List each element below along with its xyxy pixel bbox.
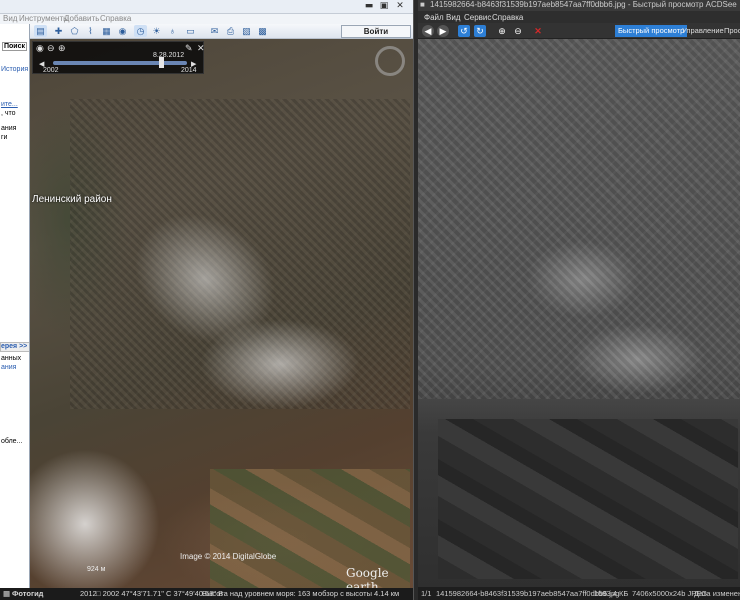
earth-map-view[interactable]: ◉ ⊖ ⊕ 8.28.2012 ✎ ✕ ◀ ▶ 2002 2014 Ленинс… — [30, 39, 413, 600]
signin-button[interactable]: Войти — [341, 25, 411, 38]
zoom-out-icon[interactable]: ⊖ — [512, 25, 524, 37]
smoke-cloud — [200, 319, 360, 409]
back-icon[interactable]: ◀ — [422, 25, 434, 37]
elevation-readout: Высота над уровнем моря: 163 м — [202, 589, 318, 598]
timeslider-thumb[interactable] — [159, 57, 164, 68]
menu-file[interactable]: Файл — [424, 13, 444, 22]
minimize-button[interactable]: ▬ — [363, 1, 375, 12]
timeslider-date: 8.28.2012 — [153, 52, 185, 59]
sidebar-snippet: , что — [1, 110, 16, 117]
gallery-link[interactable]: ерея >> — [1, 343, 27, 350]
acdsee-toolbar: ◀ ▶ ↺ ↻ ⊕ ⊖ ✕ Быстрый просмотр Управлени… — [418, 23, 740, 39]
acdsee-window: ■ 1415982664-b8463f31539b197aeb8547aa7ff… — [418, 0, 740, 600]
email-icon[interactable]: ✉ — [208, 25, 221, 37]
historical-imagery-icon[interactable]: ◷ — [134, 25, 147, 37]
image-texture — [418, 39, 740, 399]
menu-view[interactable]: Вид — [3, 14, 17, 23]
path-icon[interactable]: ⌇ — [84, 25, 97, 37]
google-earth-toolbar: ▤ ✚ ⬠ ⌇ ▦ ◉ ◷ ☀ ♁ ▭ ✉ ⎙ ▧ ▩ Войти — [30, 24, 413, 39]
placemark-icon[interactable]: ✚ — [52, 25, 65, 37]
tab-view[interactable]: Просм — [721, 25, 740, 37]
forward-icon[interactable]: ▶ — [437, 25, 449, 37]
imagery-date: 2012 — [80, 589, 97, 598]
historical-timeslider: ◉ ⊖ ⊕ 8.28.2012 ✎ ✕ ◀ ▶ 2002 2014 — [32, 41, 205, 74]
zoom-in-icon[interactable]: ⊕ — [496, 25, 508, 37]
save-image-icon[interactable]: ▧ — [240, 25, 253, 37]
navigation-control[interactable] — [372, 41, 408, 79]
acdsee-titlebar: ■ 1415982664-b8463f31539b197aeb8547aa7ff… — [418, 0, 740, 11]
layer-label: анных — [1, 355, 22, 362]
globe-icon[interactable]: ◉ — [36, 43, 44, 54]
sidebar-snippet: ания — [1, 125, 17, 132]
google-earth-window: ▬ ▣ ✕ Вид Инструменты Добавить Справка ▤… — [0, 0, 413, 600]
place-label: Ленинский район — [32, 194, 112, 205]
zoom-in-icon[interactable]: ⊕ — [58, 43, 66, 54]
history-link[interactable]: История — [1, 66, 28, 73]
image-view[interactable] — [418, 39, 740, 587]
google-earth-titlebar: ▬ ▣ ✕ — [0, 0, 413, 14]
tab-quick-view[interactable]: Быстрый просмотр — [615, 25, 688, 37]
imagery-copyright: Image © 2014 DigitalGlobe — [180, 552, 277, 561]
app-icon: ■ — [420, 0, 425, 9]
zoom-out-icon[interactable]: ⊖ — [47, 43, 55, 54]
tour-guide-label[interactable]: Фотогид — [12, 589, 43, 598]
image-index: 1/1 — [421, 589, 432, 598]
menu-service[interactable]: Сервис — [464, 13, 491, 22]
sidebar-snippet: ги — [1, 134, 8, 141]
menu-add[interactable]: Добавить — [64, 14, 99, 23]
rotate-right-icon[interactable]: ↻ — [474, 25, 486, 37]
menu-help[interactable]: Справка — [492, 13, 523, 22]
google-earth-menubar: Вид Инструменты Добавить Справка — [0, 14, 413, 24]
sidebar-snippet[interactable]: ите... — [1, 101, 18, 108]
sun-icon[interactable]: ☀ — [150, 25, 163, 37]
menu-view[interactable]: Вид — [446, 13, 460, 22]
timeslider-track[interactable] — [53, 61, 187, 65]
delete-icon[interactable]: ✕ — [532, 25, 544, 37]
polygon-icon[interactable]: ⬠ — [68, 25, 81, 37]
image-filesize: 1593.4 КБ — [594, 589, 629, 598]
print-icon[interactable]: ⎙ — [224, 25, 237, 37]
planets-icon[interactable]: ♁ — [166, 25, 179, 37]
acdsee-statusbar: 1/1 1415982664-b8463f31539b197aeb8547aa7… — [418, 587, 740, 600]
tab-manage[interactable]: Управление — [679, 25, 727, 37]
search-button[interactable]: Поиск — [2, 42, 28, 51]
acdsee-menubar: Файл Вид Сервис Справка — [418, 11, 740, 23]
wrench-icon[interactable]: ✎ — [185, 43, 193, 54]
overlay-icon[interactable]: ▦ — [100, 25, 113, 37]
image-modified: Дата изменения: 14.1 — [694, 589, 740, 598]
menu-tools[interactable]: Инструменты — [19, 14, 69, 23]
maps-icon[interactable]: ▩ — [256, 25, 269, 37]
ruler-icon[interactable]: ▭ — [184, 25, 197, 37]
layer-label[interactable]: ания — [1, 364, 16, 371]
window-title: 1415982664-b8463f31539b197aeb8547aa7ff0d… — [430, 0, 737, 9]
rotate-left-icon[interactable]: ↺ — [458, 25, 470, 37]
tour-guide-icon[interactable]: ▦ — [3, 589, 10, 598]
cloud — [30, 449, 160, 599]
close-icon[interactable]: ✕ — [197, 43, 205, 54]
image-fields — [438, 419, 738, 579]
problem-report-link[interactable]: обле... — [1, 438, 22, 445]
menu-help[interactable]: Справка — [100, 14, 131, 23]
compass-ring-icon[interactable] — [375, 46, 405, 76]
image-filename: 1415982664-b8463f31539b197aeb8547aa7ff0d… — [436, 589, 620, 598]
google-earth-statusbar: ▦ Фотогид 2012 □ 2002 47°43'71.71" С 37°… — [0, 588, 413, 600]
tour-record-icon[interactable]: ◉ — [116, 25, 129, 37]
maximize-button[interactable]: ▣ — [378, 1, 390, 12]
sidebar-toggle-icon[interactable]: ▤ — [34, 25, 47, 37]
timeslider-start: 2002 — [43, 67, 59, 74]
timeslider-end: 2014 — [181, 67, 197, 74]
eye-altitude: обзор с высоты 4.14 км — [318, 589, 400, 598]
close-button[interactable]: ✕ — [394, 1, 406, 12]
google-earth-sidebar: Поиск История ите... , что ания ги ерея … — [0, 24, 30, 600]
elevation-marker: 924 м — [87, 566, 106, 573]
